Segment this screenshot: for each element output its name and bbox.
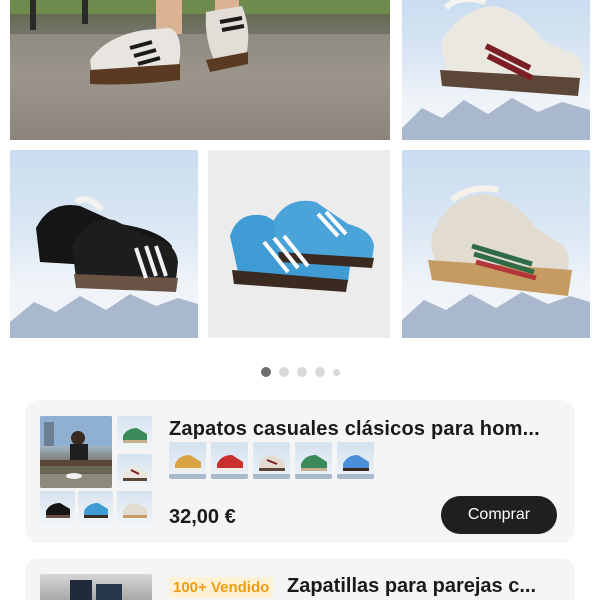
product-thumbnail-main [40,574,152,600]
sneaker-black-illustration [10,196,198,338]
product-thumbnail-black [40,491,75,526]
pagination-dot-5[interactable] [332,368,340,376]
product-thumbnail-blue [78,491,113,526]
product-thumbnail-green [117,416,152,451]
pagination-dot-2[interactable] [278,367,289,377]
product-card[interactable]: Zapatos casuales clásicos para hom... 32… [25,400,575,543]
image-gallery[interactable] [0,0,600,345]
street-photo [10,0,390,85]
variant-swatch-blue[interactable] [337,442,374,479]
variant-swatch-yellow[interactable] [169,442,206,479]
variant-swatch-red[interactable] [211,442,248,479]
product-thumbnail-main [40,416,112,488]
product-thumbnail-collage[interactable] [40,416,152,526]
gallery-image-white-red[interactable] [402,0,590,140]
product-thumbnail-white [117,454,152,489]
color-variant-list[interactable] [169,442,374,479]
gallery-image-beige[interactable] [402,150,590,338]
product-title[interactable]: Zapatos casuales clásicos para hom... [169,418,564,441]
sold-count-badge: 100+ Vendido [169,577,274,598]
variant-swatch-cream[interactable] [253,442,290,479]
pagination-dot-3[interactable] [296,367,307,377]
gallery-image-street[interactable] [10,0,390,140]
product-listing-page: Zapatos casuales clásicos para hom... 32… [0,0,600,600]
product-price: 32,00 € [169,506,236,528]
sneaker-white-red-illustration [402,0,590,140]
gallery-image-black[interactable] [10,150,198,338]
product-card-2[interactable]: 100+ Vendido Zapatillas para parejas c..… [25,558,575,600]
product-title[interactable]: Zapatillas para parejas c... [287,575,567,598]
sneaker-beige-illustration [402,185,590,338]
gallery-image-blue[interactable] [208,150,390,338]
variant-swatch-green[interactable] [295,442,332,479]
pagination-dot-4[interactable] [314,367,325,377]
product-thumbnail-beige [117,491,152,526]
sneaker-blue-illustration [230,200,374,292]
gallery-pagination[interactable] [0,366,600,378]
pagination-dot-1[interactable] [260,367,271,377]
buy-button[interactable]: Comprar [441,496,557,534]
